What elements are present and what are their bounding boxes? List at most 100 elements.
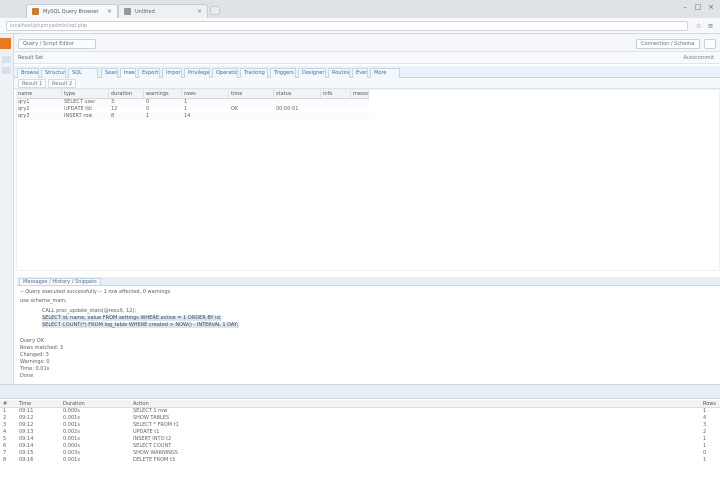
left-rail (0, 34, 14, 384)
settings-icon[interactable] (704, 39, 716, 49)
message-line: Query OK (20, 338, 44, 344)
log-column-header[interactable]: Duration (62, 400, 130, 407)
log-row[interactable]: 5 09:14 0.001s INSERT INTO t2 1 (0, 436, 720, 443)
address-bar[interactable]: localhost/phpmyadmin/sql.php (6, 21, 688, 31)
table-cell: 1 (146, 113, 150, 119)
close-icon[interactable]: × (197, 8, 202, 15)
star-icon[interactable]: ☆ (694, 22, 703, 30)
message-line: SELECT COUNT(*) FROM log_table WHERE cre… (42, 322, 239, 328)
close-window-icon[interactable]: × (706, 3, 716, 11)
message-line: use schema_main; (20, 298, 67, 304)
log-column-header[interactable]: # (2, 400, 16, 407)
log-row[interactable]: 1 09:11 0.000s SELECT 1 row 1 (0, 408, 720, 415)
subtab-result[interactable]: Result 1 (18, 79, 47, 88)
log-cell: 3 (703, 422, 707, 428)
log-row[interactable]: 8 09:16 0.001s DELETE FROM t3 1 (0, 457, 720, 464)
table-cell (322, 106, 351, 113)
tab-structure[interactable]: Structure (41, 68, 66, 78)
tab-insert[interactable]: Insert (120, 68, 136, 78)
table-cell: 8 (111, 113, 115, 119)
column-header[interactable]: message (352, 90, 369, 98)
tab-privileges[interactable]: Privileges (184, 68, 210, 78)
table-row[interactable]: qry3 INSERT row 8 1 14 (17, 113, 369, 120)
tab-triggers[interactable]: Triggers (270, 68, 296, 78)
editor-title[interactable]: Query / Script Editor (18, 39, 96, 49)
minimize-icon[interactable]: – (680, 3, 690, 11)
log-cell: SELECT COUNT (133, 443, 172, 449)
autocommit-toggle[interactable]: Autocommit (683, 54, 714, 62)
tab-more[interactable]: More (370, 68, 400, 78)
tab-sql[interactable]: SQL (68, 68, 98, 78)
log-column-header[interactable]: Time (18, 400, 60, 407)
action-log: # Time Duration Action Rows 1 09:11 0.000s SELE… (0, 400, 720, 464)
connection-selector[interactable]: Connection / Schema (636, 39, 700, 49)
table-cell: 3 (111, 99, 115, 105)
log-cell: 0 (703, 450, 707, 456)
log-body: 1 09:11 0.000s SELECT 1 row 1 2 09:12 0.001s SHO… (0, 408, 720, 464)
new-tab-button[interactable] (210, 6, 220, 15)
menu-icon[interactable]: ≡ (706, 22, 715, 30)
message-line: Time: 0.01s (20, 366, 50, 372)
log-cell: UPDATE t1 (133, 429, 160, 435)
log-row[interactable]: 6 09:14 0.000s SELECT COUNT 1 (0, 443, 720, 450)
grid-header: name type duration warnings rows time status in… (17, 90, 369, 99)
grid-body: qry1 SELECT user 3 0 1 qry2 UPDATE tbl 12 0 1 OK 00… (17, 99, 369, 120)
table-cell: 1 (184, 99, 188, 105)
log-row[interactable]: 7 09:15 0.003s SHOW WARNINGS 0 (0, 450, 720, 457)
tab-browse[interactable]: Browse (17, 68, 39, 78)
log-cell: DELETE FROM t3 (133, 457, 176, 463)
log-column-header[interactable]: Rows (702, 400, 718, 407)
tab-events[interactable]: Events (352, 68, 368, 78)
column-header[interactable]: duration (110, 90, 144, 98)
column-header[interactable]: warnings (145, 90, 182, 98)
log-cell: 09:15 (19, 450, 34, 456)
rail-button[interactable] (2, 56, 11, 63)
log-cell: 0.001s (63, 422, 80, 428)
column-header[interactable]: status (275, 90, 321, 98)
column-header[interactable]: type (63, 90, 109, 98)
close-icon[interactable]: × (107, 8, 112, 15)
message-line: Changed: 3 (20, 352, 49, 358)
column-header[interactable]: rows (183, 90, 229, 98)
app-logo-icon (0, 38, 11, 49)
subtab-result[interactable]: Result 2 (48, 79, 77, 88)
column-header[interactable]: info (322, 90, 351, 98)
table-cell: 12 (111, 106, 118, 112)
breadcrumb[interactable]: Result Set (18, 54, 43, 62)
log-row[interactable]: 3 09:12 0.001s SELECT * FROM t1 3 (0, 422, 720, 429)
log-cell: SELECT 1 row (133, 408, 168, 414)
browser-tab[interactable]: MySQL Query Browser × (26, 4, 118, 18)
tab-export[interactable]: Export (138, 68, 160, 78)
column-header[interactable]: name (17, 90, 62, 98)
rail-button[interactable] (2, 67, 11, 74)
log-cell: 0.003s (63, 450, 80, 456)
table-cell: OK (231, 106, 239, 112)
column-header[interactable]: time (230, 90, 274, 98)
log-cell: 0.001s (63, 415, 80, 421)
tab-tracking[interactable]: Tracking (240, 68, 268, 78)
table-row[interactable]: qry1 SELECT user 3 0 1 (17, 99, 369, 106)
tab-designer[interactable]: Designer (298, 68, 326, 78)
tab-import[interactable]: Import (162, 68, 182, 78)
tab-search[interactable]: Search (101, 68, 118, 78)
log-row[interactable]: 4 09:13 0.002s UPDATE t1 2 (0, 429, 720, 436)
messages-tab[interactable]: Messages / History / Snippets (19, 278, 101, 286)
log-cell: 09:11 (19, 408, 34, 414)
table-cell (352, 99, 369, 106)
log-row[interactable]: 2 09:12 0.001s SHOW TABLES 4 (0, 415, 720, 422)
log-cell: 6 (3, 443, 7, 449)
table-cell: qry2 (18, 106, 30, 112)
tab-operations[interactable]: Operations (212, 68, 238, 78)
log-cell: 7 (3, 450, 7, 456)
log-column-header[interactable]: Action (132, 400, 332, 407)
table-cell: qry1 (18, 99, 30, 105)
browser-tab[interactable]: Untitled × (118, 4, 208, 18)
log-cell: 0.001s (63, 436, 80, 442)
tab-routines[interactable]: Routines (328, 68, 350, 78)
table-cell: 00:00:01 (276, 106, 299, 112)
table-row[interactable]: qry2 UPDATE tbl 12 0 1 OK 00:00:01 (17, 106, 369, 113)
log-toolbar (0, 384, 720, 399)
maximize-icon[interactable]: □ (693, 3, 703, 11)
table-cell: INSERT row (64, 113, 93, 119)
log-cell: INSERT INTO t2 (133, 436, 172, 442)
